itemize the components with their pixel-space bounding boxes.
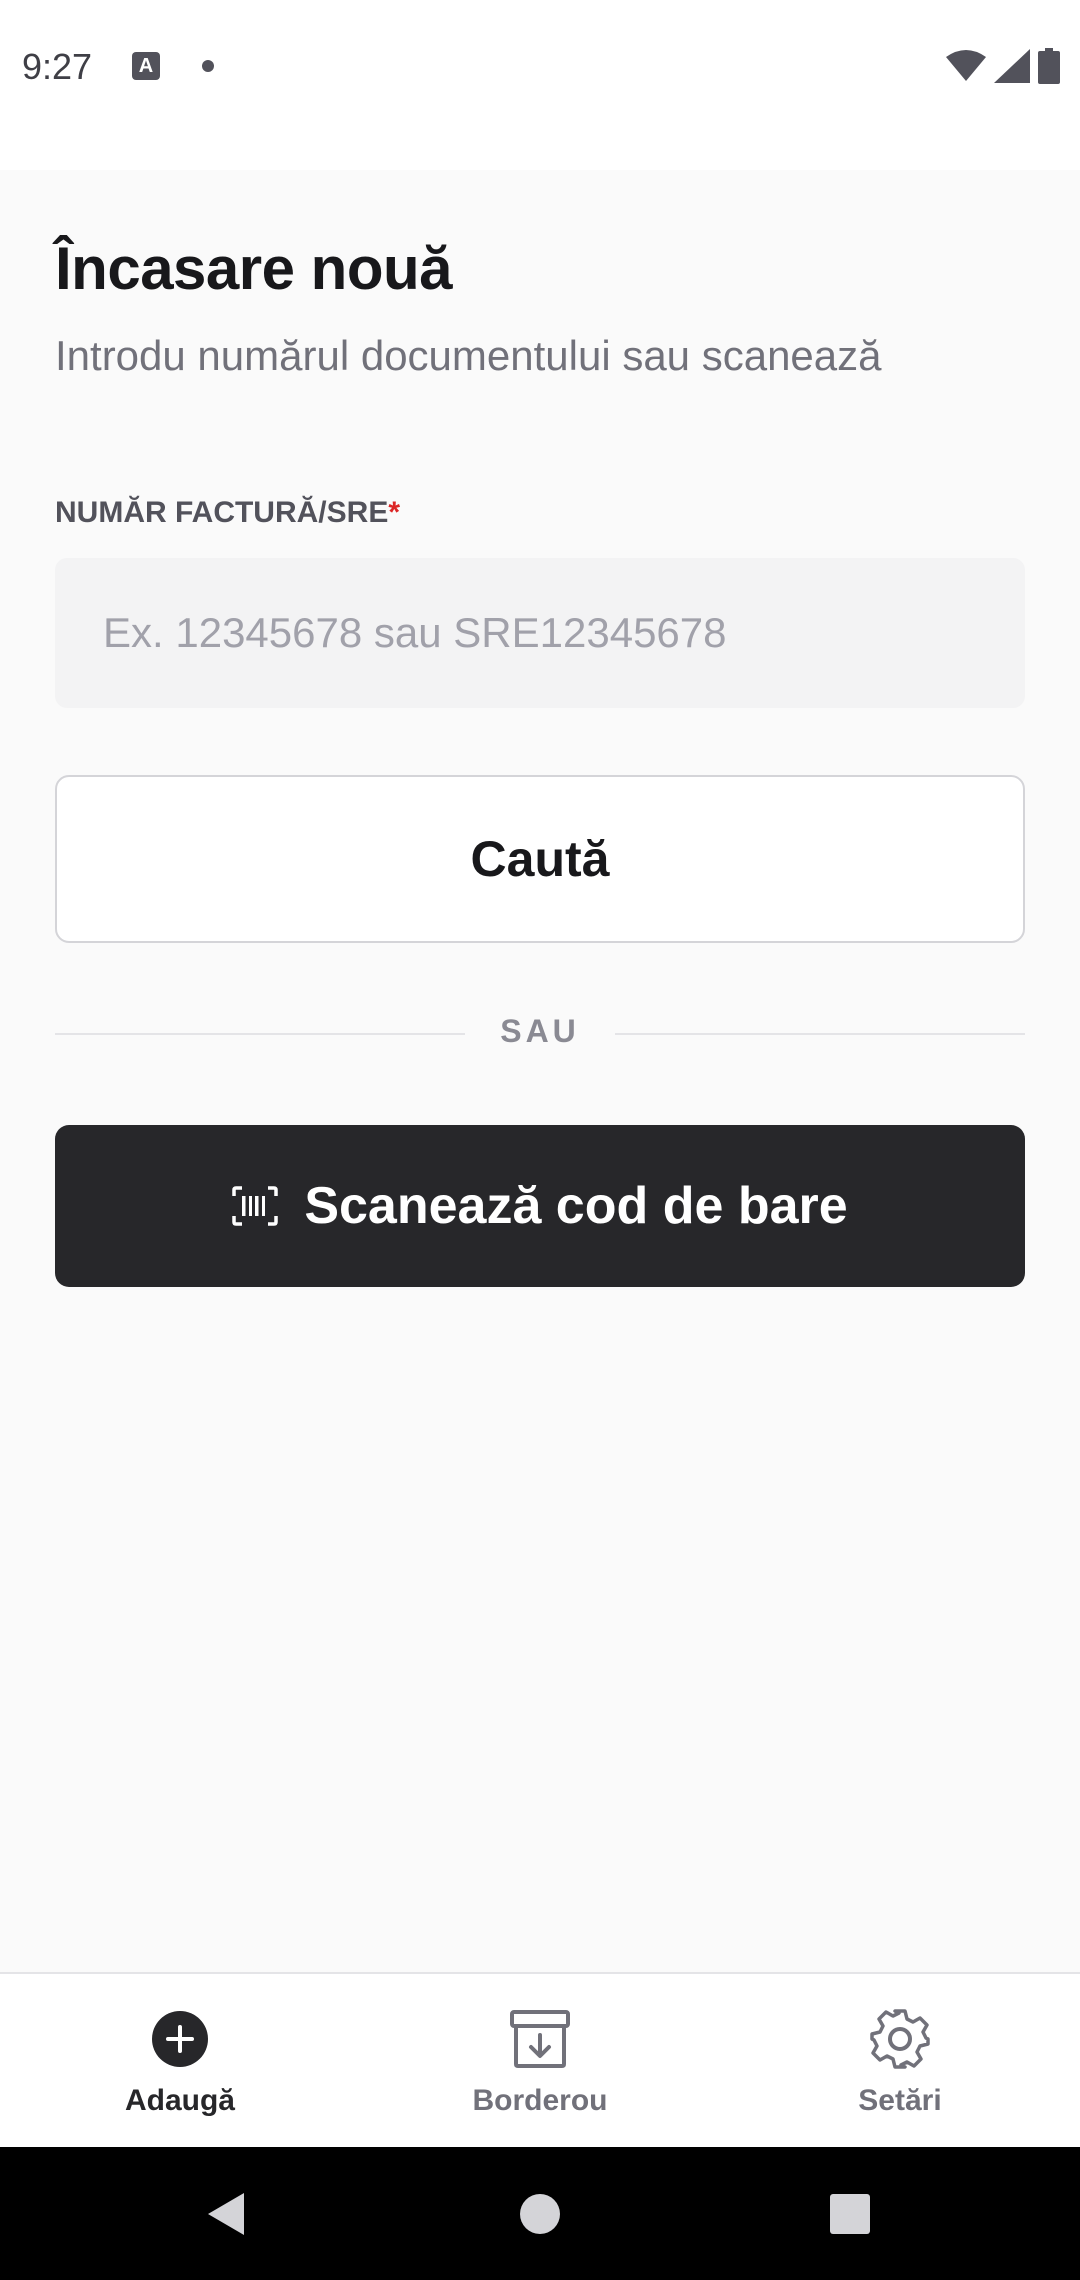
scan-button-label: Scanează cod de bare (304, 1177, 848, 1235)
invoice-label-text: NUMĂR FACTURĂ/SRE (55, 496, 389, 529)
status-time: 9:27 (22, 46, 93, 87)
gear-icon (870, 2009, 930, 2069)
nav-item-setari[interactable]: Setări (720, 1974, 1080, 2147)
home-button[interactable] (480, 2147, 600, 2280)
nav-label-borderou: Borderou (472, 2084, 608, 2117)
search-button[interactable]: Caută (55, 775, 1025, 943)
required-mark: * (388, 496, 401, 529)
plus-circle-icon (152, 2011, 208, 2067)
back-icon (208, 2192, 244, 2235)
invoice-number-input[interactable] (55, 558, 1025, 708)
status-bar: 9:27 A (0, 0, 1080, 170)
divider-line-left (55, 1033, 465, 1035)
wifi-icon (946, 50, 986, 81)
nav-item-adauga[interactable]: Adaugă (0, 1974, 360, 2147)
dot-icon (202, 60, 214, 72)
page-subtitle: Introdu numărul documentului sau scaneaz… (55, 332, 882, 379)
nav-item-borderou[interactable]: Borderou (360, 1974, 720, 2147)
nav-label-setari: Setări (858, 2084, 942, 2117)
archive-download-icon (510, 2010, 570, 2068)
main-content: Încasare nouă Introdu numărul documentul… (0, 170, 1080, 1972)
recents-button[interactable] (790, 2147, 910, 2280)
system-navigation-bar (0, 2147, 1080, 2280)
recents-icon (830, 2193, 870, 2234)
bottom-navigation: Adaugă Borderou Setări (0, 1972, 1080, 2147)
status-icons (946, 48, 1060, 84)
a-icon: A (132, 52, 160, 80)
invoice-field-label: NUMĂR FACTURĂ/SRE* (55, 496, 400, 530)
page-title: Încasare nouă (55, 235, 453, 302)
divider-text: SAU (500, 1013, 580, 1049)
battery-icon (1038, 48, 1060, 84)
back-button[interactable] (166, 2147, 286, 2280)
home-icon (520, 2193, 560, 2234)
signal-icon (994, 49, 1030, 83)
divider-line-right (615, 1033, 1025, 1035)
scan-barcode-button[interactable]: Scanează cod de bare (55, 1125, 1025, 1287)
barcode-icon (232, 1186, 279, 1226)
nav-label-adauga: Adaugă (124, 2084, 235, 2117)
